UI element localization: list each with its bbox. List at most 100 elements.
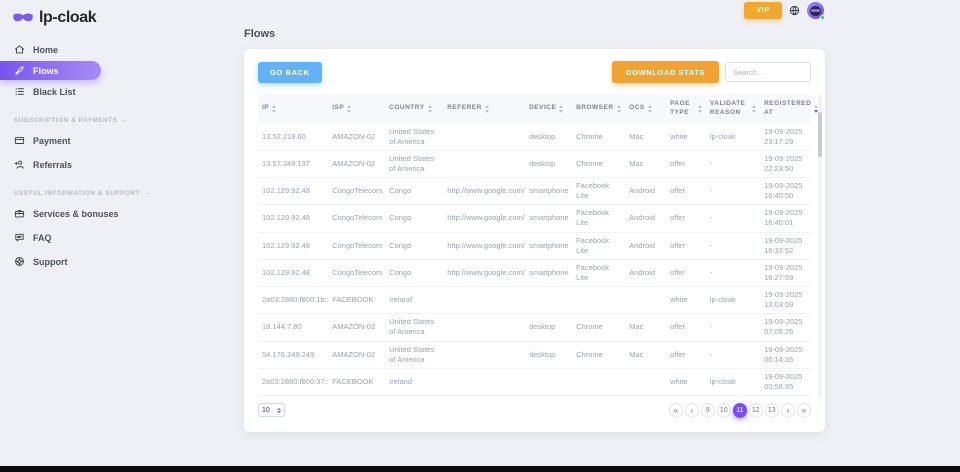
sidebar-item-label: Support [33,257,68,267]
pagination-first[interactable]: « [669,403,684,418]
column-header-browser[interactable]: BROWSER [572,94,625,124]
user-avatar[interactable] [807,2,824,19]
app-title: lp-cloak [39,9,96,27]
column-header-referer[interactable]: REFERER [443,94,525,124]
table-row[interactable]: 13.57.249.137AMAZON-02United States of A… [258,150,811,177]
sidebar-item-black-list[interactable]: Black List [0,81,128,102]
sort-icon[interactable] [272,105,276,113]
page-title: Flows [244,28,825,40]
sidebar-item-label: Services & bonuses [33,209,119,219]
sort-icon[interactable] [559,105,563,113]
cell-isp: AMAZON-02 [328,314,385,341]
column-label: COUNTRY [389,104,424,113]
table-row[interactable]: 102.129.92.48CongoTelecomCongohttp://www… [258,178,811,205]
sidebar-item-flows[interactable]: Flows [0,61,101,80]
cell-validate-reason: - [706,341,760,368]
toolbar-right: DOWNLOAD STATS [612,61,811,83]
cell-browser: Facebook Lite [572,205,625,232]
column-header-page-type[interactable]: PAGE TYPE [666,94,706,124]
sidebar-item-support[interactable]: Support [0,251,128,272]
sort-icon[interactable] [428,105,432,113]
column-label: BROWSER [576,104,613,113]
sort-icon[interactable] [752,105,756,113]
cell-isp: CongoTelecom [328,232,385,259]
cell-country: United States of America [385,124,443,151]
top-header-actions: VIP [744,2,824,19]
cell-registered-at: 19-09-2025 13:03:09 [760,287,811,314]
table-row[interactable]: 13.52.218.60AMAZON-02United States of Am… [258,124,811,151]
sort-icon[interactable] [698,105,702,113]
column-header-device[interactable]: DEVICE [525,94,572,124]
cell-page-type: white [666,124,706,151]
cell-isp: AMAZON-02 [328,124,385,151]
sort-icon[interactable] [485,105,489,113]
cell-ip: 13.52.218.60 [258,124,328,151]
column-header-validate-reason[interactable]: VALIDATE REASON [706,94,760,124]
cell-page-type: offer [666,232,706,259]
cell-country: United States of America [385,314,443,341]
language-globe-icon[interactable] [789,5,800,16]
sort-icon[interactable] [347,105,351,113]
stepper-icon [277,408,281,413]
table-body: 13.52.218.60AMAZON-02United States of Am… [258,124,811,396]
table-row[interactable]: 102.129.92.48CongoTelecomCongohttp://www… [258,259,811,286]
cell-country: Ireland [385,368,443,395]
cell-ocs: Mac [625,124,666,151]
pagination-page-11[interactable]: 11 [733,403,748,418]
column-header-ocs[interactable]: OCS [625,94,666,124]
column-header-ip[interactable]: IP [258,94,328,124]
page-size-select[interactable]: 10 [258,403,285,417]
cell-page-type: offer [666,205,706,232]
cell-validate-reason: - [706,150,760,177]
table-scrollbar[interactable] [818,95,822,398]
scrollbar-thumb[interactable] [818,112,822,157]
cell-referer [443,287,525,314]
cell-page-type: white [666,368,706,395]
cell-referer [443,368,525,395]
cell-isp: AMAZON-02 [328,150,385,177]
sidebar-item-faq[interactable]: FAQ [0,227,128,248]
pagination-page-9[interactable]: 9 [701,403,716,418]
cell-referer [443,341,525,368]
column-label: ISP [332,104,344,113]
cell-registered-at: 19-09-2025 16:40:01 [760,205,811,232]
main-content: Flows GO BACK DOWNLOAD STATS IP ISP COUNTR… [244,28,825,432]
search-input[interactable] [725,62,811,82]
pagination-page-12[interactable]: 12 [749,403,764,418]
table-row[interactable]: 2a03:2880:f800:37::FACEBOOKIrelandwhitel… [258,368,811,395]
column-header-registered-at[interactable]: REGISTERED AT [760,94,811,124]
table-row[interactable]: 18.144.7.80AMAZON-02United States of Ame… [258,314,811,341]
pagination-last[interactable]: » [797,403,812,418]
cell-isp: FACEBOOK [328,287,385,314]
flows-table: IP ISP COUNTRY REFERERDEVICE BROWSER OCSPAGE … [258,94,811,396]
cell-referer [443,314,525,341]
table-row[interactable]: 54.176.249.249AMAZON-02United States of … [258,341,811,368]
go-back-button[interactable]: GO BACK [258,62,322,83]
pagination-page-10[interactable]: 10 [717,403,732,418]
sidebar: lp-cloak HomeFlowsBlack List Subscriptio… [0,0,128,472]
cell-validate-reason: - [706,259,760,286]
vip-button[interactable]: VIP [744,2,782,19]
cell-browser: Chrome [572,124,625,151]
pagination-next[interactable]: › [781,403,796,418]
section-title: Useful information & support [0,187,128,200]
cell-ip: 2a03:2880:f800:1b:: [258,287,328,314]
cell-isp: FACEBOOK [328,368,385,395]
download-stats-button[interactable]: DOWNLOAD STATS [612,61,719,83]
sort-icon[interactable] [648,105,652,113]
sidebar-item-payment[interactable]: Payment [0,130,128,151]
pagination-page-13[interactable]: 13 [765,403,780,418]
table-row[interactable]: 2a03:2880:f800:1b::FACEBOOKIrelandwhitel… [258,287,811,314]
column-header-isp[interactable]: ISP [328,94,385,124]
table-row[interactable]: 102.129.92.48CongoTelecomCongohttp://www… [258,205,811,232]
sidebar-sections: Subscription & paymentsPaymentReferralsU… [0,114,128,272]
cell-device [525,368,572,395]
sidebar-item-home[interactable]: Home [0,39,128,60]
sidebar-item-services-bonuses[interactable]: Services & bonuses [0,203,128,224]
app-logo[interactable]: lp-cloak [0,7,128,29]
sort-icon[interactable] [617,105,621,113]
pagination-prev[interactable]: ‹ [685,403,700,418]
sidebar-item-referrals[interactable]: Referrals [0,154,128,175]
table-row[interactable]: 102.129.92.48CongoTelecomCongohttp://www… [258,232,811,259]
column-header-country[interactable]: COUNTRY [385,94,443,124]
